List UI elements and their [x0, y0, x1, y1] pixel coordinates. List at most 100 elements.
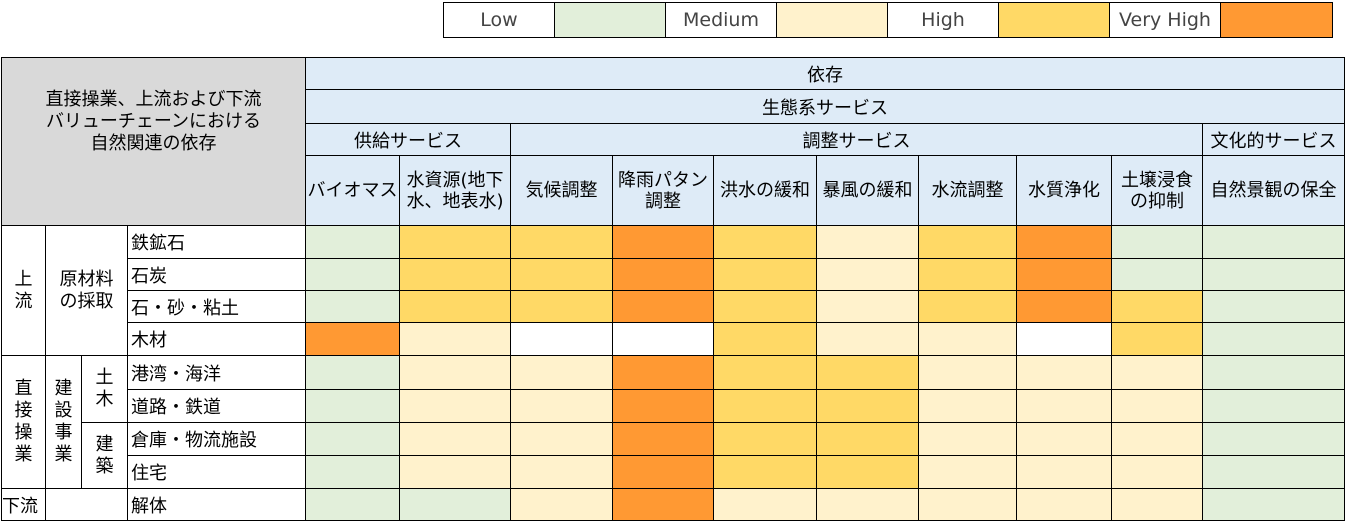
heatmap-cell	[1016, 355, 1112, 390]
ecosystem-services-header: 生態系サービス	[305, 89, 1345, 124]
table-row: 石・砂・粘土	[2, 290, 1345, 323]
civil-label: 土 木	[81, 355, 128, 423]
heatmap-cell	[305, 455, 400, 489]
heatmap-cell	[1202, 389, 1345, 423]
heatmap-cell	[1016, 290, 1112, 323]
direct-ops-label: 直 接 操 業	[1, 355, 46, 489]
legend-label: Medium	[666, 3, 777, 37]
heatmap-cell	[399, 290, 511, 323]
row-label: 石炭	[127, 258, 306, 291]
heatmap-cell	[713, 258, 817, 291]
legend-swatch	[999, 3, 1110, 37]
heatmap-cell	[1202, 422, 1345, 456]
heatmap-cell	[399, 258, 511, 291]
heatmap-cell	[399, 355, 511, 390]
dependency-header: 依存	[305, 57, 1345, 90]
heatmap-cell	[305, 355, 400, 390]
heatmap-cell	[918, 290, 1017, 323]
heatmap-cell	[510, 455, 613, 489]
table-row: 建 築 倉庫・物流施設	[2, 422, 1345, 489]
service-header: 水資源(地下 水、地表水)	[399, 155, 511, 226]
heatmap-cell	[1016, 322, 1112, 356]
dependency-heatmap: 直接操業、上流および下流 バリューチェーンにおける 自然関連の依存 依存 生態系…	[1, 57, 1345, 521]
heatmap-cell	[612, 389, 714, 423]
heatmap-cell	[305, 488, 400, 521]
row-label: 住宅	[127, 455, 306, 489]
heatmap-cell	[612, 355, 714, 390]
heatmap-cell	[816, 355, 919, 390]
service-header: 暴風の緩和	[816, 155, 919, 226]
heatmap-cell	[1016, 455, 1112, 489]
raw-materials-label: 原材料 の採取	[45, 225, 128, 356]
heatmap-cell	[816, 455, 919, 489]
downstream-label: 下流	[1, 488, 46, 521]
table-row: 道路・鉄道	[2, 389, 1345, 423]
regulating-services-header: 調整サービス	[510, 123, 1203, 156]
heatmap-cell	[713, 355, 817, 390]
heatmap-cell	[816, 258, 919, 291]
heatmap-cell	[612, 258, 714, 291]
heatmap-cell	[1111, 258, 1203, 291]
downstream-spacer	[45, 488, 128, 521]
heatmap-cell	[1016, 488, 1112, 521]
table-row: 直 接 操 業 建 設 事 業 土 木 港湾・海洋	[1, 355, 1345, 489]
heatmap-cell	[510, 258, 613, 291]
heatmap-cell	[816, 389, 919, 423]
table-row: 木材	[2, 322, 1345, 356]
row-label: 石・砂・粘土	[127, 290, 306, 323]
heatmap-cell	[713, 322, 817, 356]
heatmap-cell	[713, 422, 817, 456]
heatmap-cell	[305, 290, 400, 323]
heatmap-cell	[399, 322, 511, 356]
service-header: 水質浄化	[1016, 155, 1112, 226]
heatmap-cell	[713, 488, 817, 521]
heatmap-cell	[305, 389, 400, 423]
heatmap-cell	[1016, 389, 1112, 423]
heatmap-cell	[399, 455, 511, 489]
heatmap-cell	[1202, 455, 1345, 489]
legend-label: High	[888, 3, 999, 37]
table-row: 上 流 原材料 の採取 鉄鉱石	[1, 225, 1345, 356]
heatmap-cell	[510, 322, 613, 356]
heatmap-cell	[1111, 225, 1203, 259]
heatmap-cell	[1016, 225, 1112, 259]
service-header: 降雨パタン 調整	[612, 155, 714, 226]
heatmap-cell	[1016, 258, 1112, 291]
heatmap-cell	[1202, 258, 1345, 291]
heatmap-cell	[305, 422, 400, 456]
heatmap-cell	[713, 225, 817, 259]
heatmap-cell	[713, 455, 817, 489]
building-label: 建 築	[81, 422, 128, 489]
heatmap-cell	[612, 455, 714, 489]
row-label: 倉庫・物流施設	[127, 422, 306, 456]
service-header: 自然景観の保全	[1202, 155, 1345, 226]
heatmap-cell	[918, 322, 1017, 356]
legend-label: Very High	[1110, 3, 1221, 37]
heatmap-cell	[1111, 389, 1203, 423]
heatmap-cell	[713, 290, 817, 323]
heatmap-cell	[713, 389, 817, 423]
heatmap-cell	[510, 290, 613, 323]
row-label: 鉄鉱石	[127, 225, 306, 259]
legend-swatch	[1221, 3, 1332, 37]
heatmap-cell	[1111, 290, 1203, 323]
heatmap-cell	[1111, 488, 1203, 521]
heatmap-cell	[1202, 322, 1345, 356]
heatmap-cell	[510, 488, 613, 521]
heatmap-cell	[918, 455, 1017, 489]
heatmap-cell	[918, 488, 1017, 521]
heatmap-cell	[918, 389, 1017, 423]
heatmap-cell	[612, 422, 714, 456]
heatmap-cell	[399, 422, 511, 456]
heatmap-cell	[612, 225, 714, 259]
row-label: 港湾・海洋	[127, 355, 306, 390]
heatmap-cell	[918, 225, 1017, 259]
row-label: 木材	[127, 322, 306, 356]
heatmap-cell	[816, 225, 919, 259]
heatmap-cell	[1111, 422, 1203, 456]
heatmap-cell	[510, 355, 613, 390]
heatmap-cell	[1016, 422, 1112, 456]
corner-header: 直接操業、上流および下流 バリューチェーンにおける 自然関連の依存	[1, 57, 306, 226]
service-header: 土壌浸食 の抑制	[1111, 155, 1203, 226]
heatmap-cell	[510, 389, 613, 423]
